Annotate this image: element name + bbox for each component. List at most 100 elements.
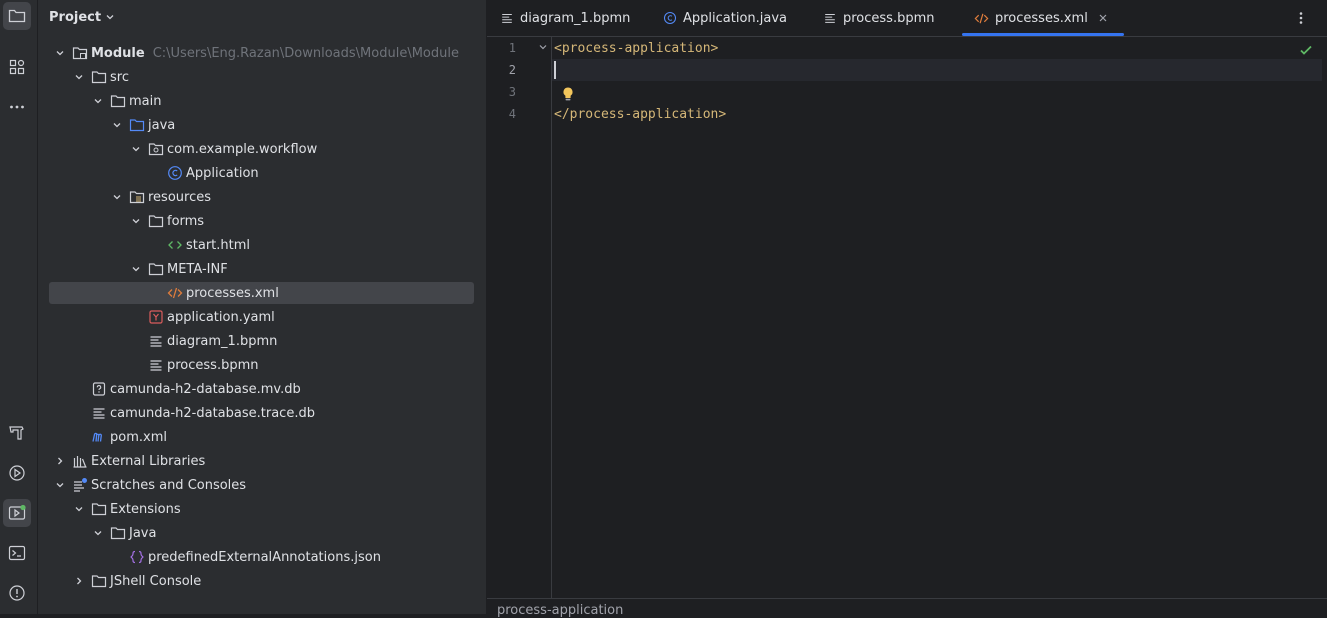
services-icon: [9, 465, 25, 481]
chevron-down-icon[interactable]: [91, 94, 105, 108]
services-tool-button[interactable]: [3, 459, 31, 487]
close-icon[interactable]: [1098, 13, 1108, 23]
tree-item-diagram-bpmn[interactable]: diagram_1.bpmn: [38, 329, 486, 353]
tree-item-src[interactable]: src: [38, 65, 486, 89]
tree-item-resources[interactable]: resources: [38, 185, 486, 209]
tree-item-java[interactable]: java: [38, 113, 486, 137]
tree-item-label: src: [110, 69, 129, 85]
tree-item-trace-db[interactable]: camunda-h2-database.trace.db: [38, 401, 486, 425]
terminal-tool-button[interactable]: [3, 539, 31, 567]
tree-item-application-yaml[interactable]: application.yaml: [38, 305, 486, 329]
line-number: 3: [508, 85, 516, 99]
tree-item-pom-xml[interactable]: pom.xml: [38, 425, 486, 449]
tree-item-label: main: [129, 93, 162, 109]
tree-item-mv-db[interactable]: camunda-h2-database.mv.db: [38, 377, 486, 401]
text-file-icon: [91, 405, 107, 421]
tab-diagram-bpmn[interactable]: diagram_1.bpmn: [500, 0, 630, 36]
tree-item-meta-inf[interactable]: META-INF: [38, 257, 486, 281]
folder-icon: [148, 261, 164, 277]
xml-file-icon: [167, 285, 183, 301]
problems-icon: [9, 585, 25, 601]
tree-item-annotations-json[interactable]: predefinedExternalAnnotations.json: [38, 545, 486, 569]
tree-item-label: application.yaml: [167, 309, 275, 325]
structure-tool-button[interactable]: [3, 53, 31, 81]
tab-application-java[interactable]: Application.java: [663, 0, 787, 36]
tree-item-label: Application: [186, 165, 259, 181]
tree-item-label: Extensions: [110, 501, 181, 517]
package-icon: [148, 141, 164, 157]
folder-icon: [8, 9, 26, 23]
line-number: 2: [508, 63, 516, 77]
tree-item-main[interactable]: main: [38, 89, 486, 113]
tree-item-label: camunda-h2-database.mv.db: [110, 381, 301, 397]
problems-tool-button[interactable]: [3, 579, 31, 607]
chevron-down-icon[interactable]: [91, 526, 105, 540]
tree-item-label: forms: [167, 213, 205, 229]
tree-item-application[interactable]: Application: [38, 161, 486, 185]
folder-icon: [91, 69, 107, 85]
breadcrumb-item[interactable]: process-application: [497, 603, 623, 618]
tab-label: process.bpmn: [843, 10, 935, 26]
chevron-right-icon[interactable]: [53, 454, 67, 468]
folder-icon: [91, 501, 107, 517]
fold-chevron-icon[interactable]: [538, 41, 548, 56]
tree-item-extensions[interactable]: Extensions: [38, 497, 486, 521]
code-line[interactable]: <process-application>: [554, 37, 718, 59]
chevron-down-icon[interactable]: [129, 262, 143, 276]
tree-item-package[interactable]: com.example.workflow: [38, 137, 486, 161]
source-folder-icon: [129, 117, 145, 133]
run-tool-button[interactable]: [3, 499, 31, 527]
tab-processes-xml[interactable]: processes.xml: [962, 0, 1124, 36]
tab-options-button[interactable]: [1294, 0, 1308, 36]
chevron-down-icon[interactable]: [110, 190, 124, 204]
tree-item-forms[interactable]: forms: [38, 209, 486, 233]
chevron-down-icon[interactable]: [72, 70, 86, 84]
editor-tab-bar: diagram_1.bpmn Application.java process.…: [487, 0, 1327, 37]
chevron-right-icon[interactable]: [72, 574, 86, 588]
chevron-down-icon[interactable]: [72, 502, 86, 516]
tree-item-label: com.example.workflow: [167, 141, 318, 157]
tree-item-label: camunda-h2-database.trace.db: [110, 405, 315, 421]
build-icon: [9, 426, 24, 440]
folder-icon: [91, 573, 107, 589]
chevron-down-icon[interactable]: [110, 118, 124, 132]
more-tools-button[interactable]: [3, 93, 31, 121]
tree-item-label: diagram_1.bpmn: [167, 333, 278, 349]
chevron-down-icon[interactable]: [129, 142, 143, 156]
tree-item-start-html[interactable]: start.html: [38, 233, 486, 257]
more-icon: [10, 105, 24, 109]
tree-item-process-bpmn[interactable]: process.bpmn: [38, 353, 486, 377]
html-file-icon: [167, 237, 183, 253]
maven-icon: [91, 429, 107, 445]
chevron-down-icon: [106, 15, 114, 20]
project-tool-button[interactable]: [3, 2, 31, 30]
current-line-highlight: [487, 59, 1322, 81]
tree-item-label: start.html: [186, 237, 251, 253]
code-line[interactable]: </process-application>: [554, 103, 726, 125]
tree-item-jshell[interactable]: JShell Console: [38, 569, 486, 593]
tab-label: Application.java: [683, 10, 788, 26]
project-panel: Project Module C:\Users\Eng.Razan\Downlo…: [38, 0, 487, 614]
lightbulb-icon[interactable]: [561, 86, 575, 106]
checkmark-icon[interactable]: [1299, 43, 1313, 61]
structure-icon: [9, 59, 25, 75]
tree-item-label: predefinedExternalAnnotations.json: [148, 549, 381, 565]
chevron-down-icon[interactable]: [129, 214, 143, 228]
chevron-down-icon[interactable]: [53, 46, 67, 60]
tree-item-scratches[interactable]: Scratches and Consoles: [38, 473, 486, 497]
line-number: 4: [508, 107, 516, 121]
kebab-menu-icon: [1299, 12, 1303, 24]
project-panel-header[interactable]: Project: [49, 7, 115, 27]
tree-item-java-ext[interactable]: Java: [38, 521, 486, 545]
tree-item-processes-xml[interactable]: processes.xml: [38, 281, 486, 305]
tool-window-strip: [0, 0, 38, 614]
resources-folder-icon: [129, 189, 145, 205]
build-tool-button[interactable]: [3, 419, 31, 447]
tree-item-external-libraries[interactable]: External Libraries: [38, 449, 486, 473]
tab-process-bpmn[interactable]: process.bpmn: [823, 0, 935, 36]
tree-item-label: JShell Console: [110, 573, 202, 589]
tree-item-module[interactable]: Module C:\Users\Eng.Razan\Downloads\Modu…: [38, 41, 486, 65]
java-class-icon: [663, 11, 677, 25]
chevron-down-icon[interactable]: [53, 478, 67, 492]
tree-item-label: processes.xml: [186, 285, 279, 301]
